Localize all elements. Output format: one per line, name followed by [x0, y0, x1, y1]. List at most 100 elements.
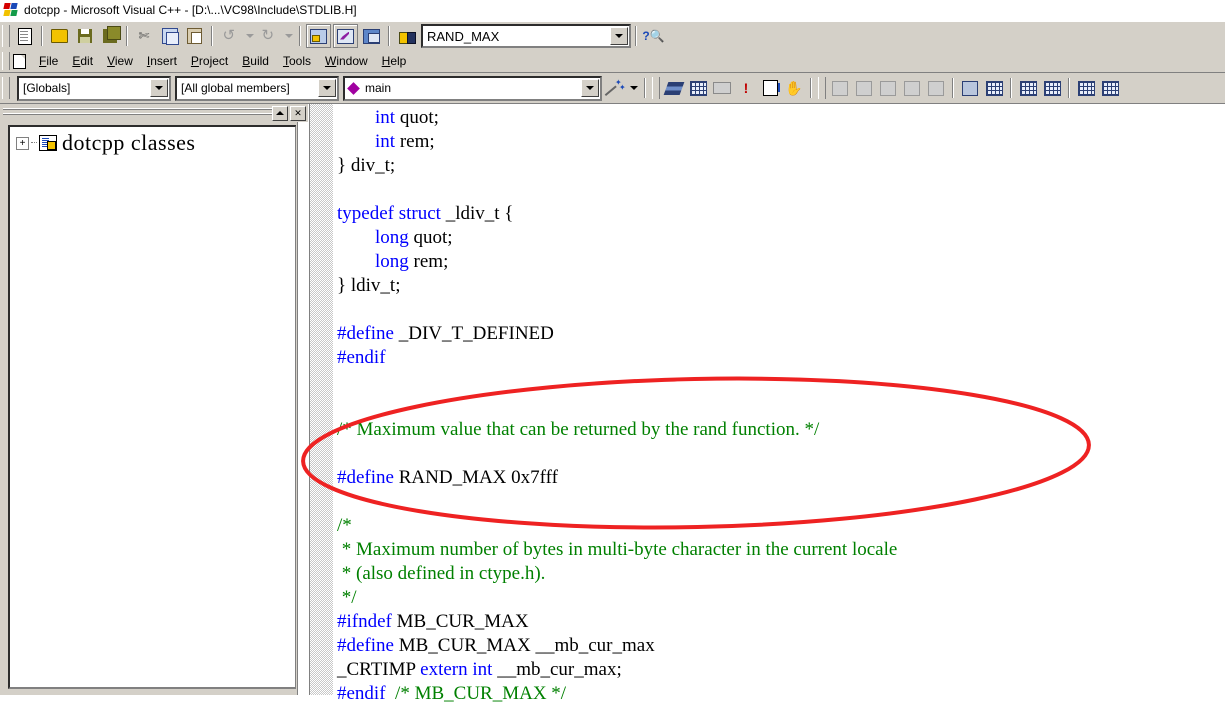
- code-line[interactable]: long rem;: [333, 250, 1225, 274]
- find-dropdown-button[interactable]: [610, 27, 628, 45]
- output-window-button[interactable]: [333, 24, 358, 48]
- code-line[interactable]: #endif: [333, 346, 1225, 370]
- code-line[interactable]: [333, 178, 1225, 202]
- code-line[interactable]: #define MB_CUR_MAX __mb_cur_max: [333, 634, 1225, 658]
- window-list-button[interactable]: [360, 25, 383, 47]
- menu-insert[interactable]: Insert: [140, 52, 184, 70]
- code-line[interactable]: #define RAND_MAX 0x7fff: [333, 466, 1225, 490]
- search-help-button[interactable]: ?🔍: [642, 25, 665, 47]
- code-line[interactable]: [333, 442, 1225, 466]
- menubar-grip[interactable]: [2, 52, 10, 70]
- new-class-button[interactable]: [1017, 77, 1039, 99]
- code-line[interactable]: * (also defined in ctype.h).: [333, 562, 1225, 586]
- code-editor[interactable]: int quot; int rem;} div_t; typedef struc…: [309, 104, 1225, 695]
- menu-project[interactable]: Project: [184, 52, 235, 70]
- workspace-drag-lines[interactable]: [3, 108, 272, 118]
- wizardbar-dropdown[interactable]: [627, 77, 639, 99]
- save-all-button[interactable]: [98, 25, 121, 47]
- code-line[interactable]: * Maximum number of bytes in multi-byte …: [333, 538, 1225, 562]
- new-form-button[interactable]: [1041, 77, 1063, 99]
- redo-dropdown[interactable]: [282, 25, 294, 47]
- code-line[interactable]: #define _DIV_T_DEFINED: [333, 322, 1225, 346]
- code-line[interactable]: /*: [333, 514, 1225, 538]
- workspace-title-bar: ✕: [0, 104, 308, 122]
- toolbar-grip[interactable]: [2, 25, 10, 47]
- code-line[interactable]: */: [333, 586, 1225, 610]
- code-line[interactable]: long quot;: [333, 226, 1225, 250]
- undo-button[interactable]: ↺: [218, 25, 241, 47]
- splitter-trough[interactable]: [297, 122, 309, 695]
- go-button[interactable]: [759, 77, 781, 99]
- build-button[interactable]: [687, 77, 709, 99]
- function-combo-dropdown[interactable]: [581, 79, 599, 97]
- code-line[interactable]: [333, 394, 1225, 418]
- save-button[interactable]: [73, 25, 96, 47]
- code-line[interactable]: } ldiv_t;: [333, 274, 1225, 298]
- stop-build-button[interactable]: [711, 77, 733, 99]
- code-line[interactable]: [333, 490, 1225, 514]
- menu-build[interactable]: Build: [235, 52, 276, 70]
- quickwatch-button[interactable]: [983, 77, 1005, 99]
- breakpoint-button[interactable]: ✋: [783, 77, 805, 99]
- class-combo-dropdown[interactable]: [150, 79, 168, 97]
- editor-selection-margin[interactable]: [310, 104, 333, 695]
- code-line[interactable]: int quot;: [333, 106, 1225, 130]
- cut-button[interactable]: ✄: [133, 25, 156, 47]
- undo-dropdown[interactable]: [243, 25, 255, 47]
- members-combo[interactable]: [All global members]: [175, 76, 339, 101]
- restart-button[interactable]: [829, 77, 851, 99]
- run-to-cursor-button[interactable]: [959, 77, 981, 99]
- find-in-files-button[interactable]: [395, 25, 418, 47]
- find-combo[interactable]: RAND_MAX: [421, 24, 631, 48]
- redo-button[interactable]: ↻: [257, 25, 280, 47]
- execute-button[interactable]: !: [735, 77, 757, 99]
- workspace-close-button[interactable]: ✕: [290, 106, 306, 121]
- stop-debug-button[interactable]: [853, 77, 875, 99]
- code-line[interactable]: /* Maximum value that can be returned by…: [333, 418, 1225, 442]
- compile-button[interactable]: [663, 77, 685, 99]
- step-into-button[interactable]: [877, 77, 899, 99]
- menu-view[interactable]: View: [100, 52, 140, 70]
- step-out-icon: [928, 81, 944, 96]
- step-out-button[interactable]: [925, 77, 947, 99]
- pane-splitter[interactable]: [296, 122, 308, 695]
- wizardbar-actions-button[interactable]: ✦ ✦: [603, 77, 625, 99]
- editor-text-area[interactable]: int quot; int rem;} div_t; typedef struc…: [333, 104, 1225, 697]
- open-button[interactable]: [48, 25, 71, 47]
- code-line[interactable]: typedef struct _ldiv_t {: [333, 202, 1225, 226]
- code-line[interactable]: #ifndef MB_CUR_MAX: [333, 610, 1225, 634]
- members-combo-dropdown[interactable]: [318, 79, 336, 97]
- resource-includes-button[interactable]: [1099, 77, 1121, 99]
- code-line[interactable]: #endif /* MB_CUR_MAX */: [333, 682, 1225, 706]
- debug-toolbar-grip[interactable]: [818, 77, 826, 99]
- members-combo-value: [All global members]: [177, 81, 318, 95]
- menu-tools[interactable]: Tools: [276, 52, 318, 70]
- code-line[interactable]: _CRTIMP extern int __mb_cur_max;: [333, 658, 1225, 682]
- menu-help[interactable]: Help: [375, 52, 414, 70]
- paste-button[interactable]: [183, 25, 206, 47]
- find-input[interactable]: RAND_MAX: [423, 29, 610, 44]
- menu-window[interactable]: Window: [318, 52, 375, 70]
- menu-file[interactable]: File: [32, 52, 65, 70]
- class-combo[interactable]: [Globals]: [17, 76, 171, 101]
- menu-edit[interactable]: Edit: [65, 52, 100, 70]
- chevron-down-icon: [323, 86, 331, 90]
- function-combo[interactable]: main: [343, 76, 602, 101]
- copy-button[interactable]: [158, 25, 181, 47]
- toolbar-separator: [211, 26, 213, 46]
- wizardbar-grip[interactable]: [2, 77, 10, 99]
- class-view-tree[interactable]: + dotcpp classes: [8, 125, 297, 689]
- resource-symbols-button[interactable]: [1075, 77, 1097, 99]
- build-toolbar-grip[interactable]: [652, 77, 660, 99]
- step-over-button[interactable]: [901, 77, 923, 99]
- new-text-file-button[interactable]: [13, 25, 36, 47]
- code-line[interactable]: [333, 298, 1225, 322]
- code-line[interactable]: [333, 370, 1225, 394]
- tree-expander-icon[interactable]: +: [16, 137, 29, 150]
- code-token: [386, 683, 396, 704]
- workspace-window-button[interactable]: [306, 24, 331, 48]
- tree-item-dotcpp-classes[interactable]: + dotcpp classes: [10, 127, 295, 155]
- workspace-minimize-button[interactable]: [272, 106, 288, 121]
- code-line[interactable]: } div_t;: [333, 154, 1225, 178]
- code-line[interactable]: int rem;: [333, 130, 1225, 154]
